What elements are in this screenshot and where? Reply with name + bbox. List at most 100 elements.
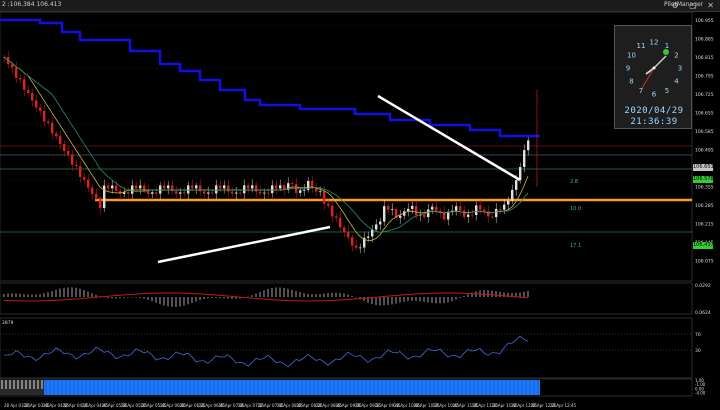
level-label-1: 2.8 (570, 179, 578, 185)
y-axis-tick-label: 106.815 (695, 55, 714, 61)
window-controls[interactable]: ⚙ ▢ ✕ (671, 1, 718, 10)
y-axis-tick-label: 106.585 (695, 129, 714, 135)
candle-body (247, 185, 250, 189)
candle-body (327, 203, 330, 206)
candle-body (91, 187, 94, 195)
clock-numeral: 8 (629, 78, 633, 86)
candle-body (19, 78, 22, 80)
candle-body (503, 204, 506, 210)
candle-body (99, 197, 102, 209)
candle-body (179, 192, 182, 194)
candle-body (519, 167, 522, 181)
candle-body (319, 191, 322, 193)
candle-body (39, 107, 42, 111)
candle-body (335, 216, 338, 218)
candle-body (331, 205, 334, 217)
candle-body (463, 210, 466, 217)
osc2-axis-label: 70 (695, 332, 701, 338)
candle-body (527, 140, 530, 151)
candle-body (375, 224, 378, 230)
clock-center (652, 66, 656, 70)
candle-body (359, 247, 362, 249)
candle-body (31, 93, 34, 101)
candle-body (55, 133, 58, 137)
pane-frame-0 (0, 12, 693, 282)
clock-numeral: 1 (665, 42, 669, 50)
symbol-quote-text: 2 :106.384 106.413 (2, 1, 62, 8)
price-tag-current: 106.578 (693, 176, 714, 183)
oscillator-line (3, 335, 529, 368)
candle-body (427, 209, 430, 218)
status-dot-icon (663, 49, 669, 55)
price-axis[interactable]: 106.955 106.885 106.815 106.795 106.725 106.6… (695, 18, 714, 265)
candle-body (491, 216, 494, 218)
clock-numeral: 3 (678, 65, 682, 73)
y-axis-tick-label: 106.885 (695, 37, 714, 43)
candle-body (391, 209, 394, 210)
price-chart[interactable]: 0.02920.0624 28797030 1.00-1.000.00-4.00… (0, 12, 720, 410)
candle-body (291, 183, 294, 185)
y-axis-tick-label: 106.285 (695, 203, 714, 209)
main-price-pane[interactable] (0, 18, 692, 264)
clock-numeral: 9 (626, 65, 630, 73)
candle-body (183, 192, 186, 194)
signal-line (3, 292, 529, 302)
candle-body (223, 185, 226, 189)
candle-body (443, 212, 446, 220)
y-axis-tick-label: 106.495 (695, 148, 714, 154)
candle-body (355, 245, 358, 248)
candle-body (303, 189, 306, 191)
candle-body (467, 214, 470, 217)
y-axis-tick-label: 106.355 (695, 185, 714, 191)
candle-body (231, 191, 234, 194)
bottom-bar-active (44, 380, 540, 395)
candle-body (75, 164, 78, 167)
candle-body (387, 206, 390, 210)
candle-body (67, 150, 70, 155)
x-axis-tick-label: 28 Apr 12:45 (550, 403, 577, 408)
candle-body (127, 192, 130, 194)
candle-body (383, 206, 386, 222)
clock-numeral: 12 (650, 39, 659, 47)
price-tag-upper-label: 106.653 (693, 164, 714, 170)
osc1-axis-label: 0.0292 (695, 283, 711, 289)
candle-body (59, 136, 62, 145)
candle-body (151, 192, 154, 194)
candle-body (159, 185, 162, 194)
level-label-3: 17.1 (570, 243, 582, 249)
candle-body (351, 237, 354, 246)
candle-body (455, 206, 458, 211)
candle-body (343, 227, 346, 232)
candle-body (267, 192, 270, 194)
candle-body (243, 185, 246, 194)
candle-body (371, 229, 374, 237)
price-tag-current-label: 106.578 (693, 176, 714, 182)
analog-clock-widget: 12 1 2 3 4 5 6 7 8 9 10 11 2020/04/29 21:36:39 (614, 25, 692, 129)
osc2-axis-label: 30 (695, 348, 701, 354)
candle-body (27, 90, 30, 94)
candle-body (263, 192, 266, 194)
clock-time: 21:36:39 (630, 117, 678, 127)
candle-body (211, 192, 214, 194)
line-oscillator-pane: 2879 70 30 (2, 320, 701, 368)
second-hand (641, 67, 655, 89)
histogram-oscillator-pane: 0.0292 0.0624 (3, 283, 711, 316)
candle-body (499, 208, 502, 210)
candle-body (147, 190, 150, 194)
candle-body (323, 191, 326, 204)
candle-body (43, 110, 46, 122)
price-tag-lower: 106.437 (693, 242, 714, 249)
y-axis-tick-label: 106.075 (695, 259, 714, 265)
candle-body (311, 180, 314, 188)
candle-body (195, 185, 198, 189)
candle-body (95, 194, 98, 198)
candle-body (347, 231, 350, 238)
trend-line-down (377, 94, 521, 182)
clock-numeral: 6 (652, 91, 657, 99)
candle-body (411, 205, 414, 209)
time-axis[interactable]: 28 Apr 03:2528 Apr 03:4528 Apr 04:0528 A… (4, 403, 577, 408)
y-axis-tick-label: 106.955 (695, 18, 714, 24)
chart-title-bar: 2 :106.384 106.413 PilotManager ⚙ ▢ ✕ (0, 0, 720, 12)
pane-frame-1 (0, 282, 693, 315)
candle-body (11, 64, 14, 68)
